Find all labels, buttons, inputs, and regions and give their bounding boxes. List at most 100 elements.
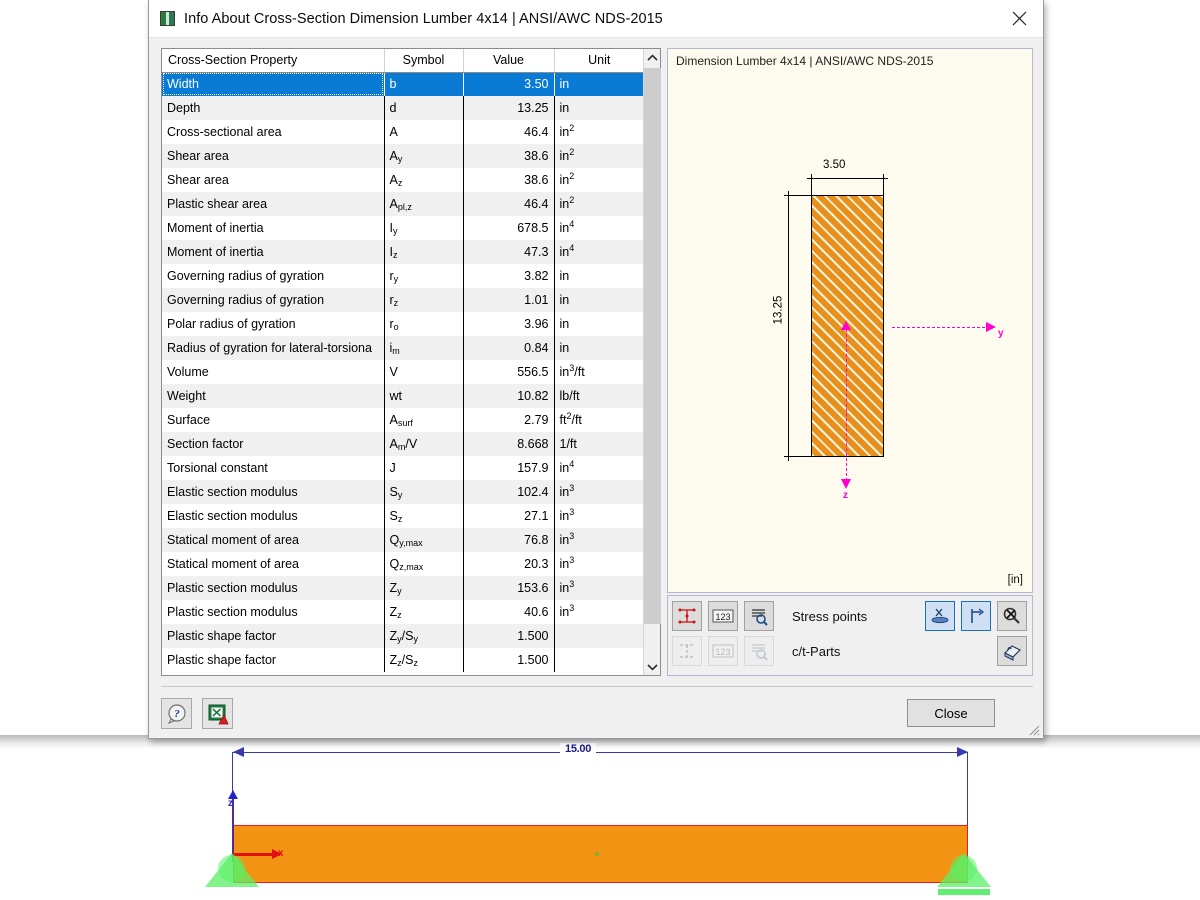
table-row[interactable]: Shear areaAy38.6in2 [162,144,643,168]
dialog-titlebar[interactable]: Info About Cross-Section Dimension Lumbe… [149,0,1043,38]
col-header-unit[interactable]: Unit [554,49,643,72]
col-header-value[interactable]: Value [463,49,554,72]
cell-symbol: J [384,456,463,480]
col-header-property[interactable]: Cross-Section Property [162,49,384,72]
stress-points-label: Stress points [792,609,867,624]
cell-symbol: Sz [384,504,463,528]
cell-symbol: Zy/Sy [384,624,463,648]
close-icon[interactable] [995,0,1043,37]
resize-grip-icon[interactable] [1026,722,1040,736]
cell-value: 46.4 [463,192,554,216]
width-dimension-label: 3.50 [823,159,845,171]
cell-property: Plastic shape factor [162,624,384,648]
scroll-up-icon[interactable] [644,49,660,66]
cell-property: Depth [162,96,384,120]
cell-unit: in [554,264,643,288]
cell-symbol: V [384,360,463,384]
table-row[interactable]: Radius of gyration for lateral-torsionai… [162,336,643,360]
cell-symbol: Qy,max [384,528,463,552]
list-zoom-icon[interactable] [744,601,774,631]
numbers-icon[interactable]: 123 [708,601,738,631]
scrollbar-thumb[interactable] [644,68,661,624]
table-row[interactable]: Statical moment of areaQy,max76.8in3 [162,528,643,552]
cell-value: 0.84 [463,336,554,360]
cell-property: Shear area [162,168,384,192]
svg-text:123: 123 [715,647,730,657]
depth-dim-tick-bottom [784,452,793,461]
cell-property: Polar radius of gyration [162,312,384,336]
cell-symbol: b [384,72,463,96]
width-dimension-line [811,178,884,179]
table-row[interactable]: Widthb3.50in [162,72,643,96]
beam-midpoint-node [595,852,599,856]
local-axes-icon[interactable] [961,601,991,631]
dialog-footer: ? Close [149,660,1043,738]
table-row[interactable]: SurfaceAsurf2.79ft2/ft [162,408,643,432]
table-row[interactable]: Weightwt10.82lb/ft [162,384,643,408]
cell-value: 153.6 [463,576,554,600]
cell-value: 38.6 [463,168,554,192]
dimensions-icon[interactable] [672,601,702,631]
render-off-icon[interactable] [997,601,1027,631]
table-row[interactable]: Plastic section modulusZz40.6in3 [162,600,643,624]
table-row[interactable]: Torsional constantJ157.9in4 [162,456,643,480]
cell-unit: in [554,72,643,96]
table-row[interactable]: Cross-sectional areaA46.4in2 [162,120,643,144]
cell-value: 1.01 [463,288,554,312]
table-row[interactable]: Polar radius of gyrationro3.96in [162,312,643,336]
cell-unit: in [554,336,643,360]
cell-property: Volume [162,360,384,384]
table-row[interactable]: Depthd13.25in [162,96,643,120]
table-row[interactable]: Elastic section modulusSz27.1in3 [162,504,643,528]
svg-text:?: ? [174,708,180,720]
cell-unit: in3 [554,504,643,528]
table-row[interactable]: Section factorAm/V8.6681/ft [162,432,643,456]
cell-value: 102.4 [463,480,554,504]
table-row[interactable]: Moment of inertiaIz47.3in4 [162,240,643,264]
table-row[interactable]: VolumeV556.5in3/ft [162,360,643,384]
col-header-symbol[interactable]: Symbol [384,49,463,72]
table-row[interactable]: Governing radius of gyrationrz1.01in [162,288,643,312]
table-row[interactable]: Governing radius of gyrationry3.82in [162,264,643,288]
cell-property: Governing radius of gyration [162,264,384,288]
properties-table-body: Widthb3.50inDepthd13.25inCross-sectional… [162,72,643,672]
cross-section-preview[interactable]: Dimension Lumber 4x14 | ANSI/AWC NDS-201… [667,48,1033,593]
info-dialog: Info About Cross-Section Dimension Lumbe… [148,0,1044,739]
cell-unit: in2 [554,192,643,216]
cell-value: 556.5 [463,360,554,384]
axis-y-label: y [998,328,1004,339]
cell-symbol: Qz,max [384,552,463,576]
table-header-row: Cross-Section Property Symbol Value Unit [162,49,643,72]
table-row[interactable]: Elastic section modulusSy102.4in3 [162,480,643,504]
beam-dimension-line [233,752,968,753]
beam-member[interactable] [233,825,968,883]
scrollbar-track[interactable] [644,66,660,658]
cell-symbol: Az [384,168,463,192]
close-button[interactable]: Close [907,699,995,727]
excel-export-icon[interactable] [202,698,233,729]
table-row[interactable]: Moment of inertiaIy678.5in4 [162,216,643,240]
stress-points-tool-row: 123 Stress points [672,601,867,631]
cell-symbol: Iz [384,240,463,264]
cell-value: 678.5 [463,216,554,240]
svg-text:123: 123 [715,612,730,622]
cell-symbol: rz [384,288,463,312]
help-icon[interactable]: ? [161,698,192,729]
table-row[interactable]: Plastic section modulusZy153.6in3 [162,576,643,600]
cell-unit: in4 [554,240,643,264]
cell-unit: in2 [554,168,643,192]
cell-property: Plastic shear area [162,192,384,216]
preview-title: Dimension Lumber 4x14 | ANSI/AWC NDS-201… [676,54,933,68]
table-row[interactable]: Statical moment of areaQz,max20.3in3 [162,552,643,576]
cell-value: 46.4 [463,120,554,144]
cell-unit [554,624,643,648]
beam-dim-arrow-left [233,747,244,757]
table-row[interactable]: Plastic shear areaApl,z46.4in2 [162,192,643,216]
cell-property: Section factor [162,432,384,456]
table-row[interactable]: Shear areaAz38.6in2 [162,168,643,192]
cell-value: 76.8 [463,528,554,552]
properties-table-scroll[interactable]: Cross-Section Property Symbol Value Unit… [162,49,643,675]
table-vertical-scrollbar[interactable] [643,49,660,675]
table-row[interactable]: Plastic shape factorZy/Sy1.500 [162,624,643,648]
axes-display-icon[interactable] [925,601,955,631]
